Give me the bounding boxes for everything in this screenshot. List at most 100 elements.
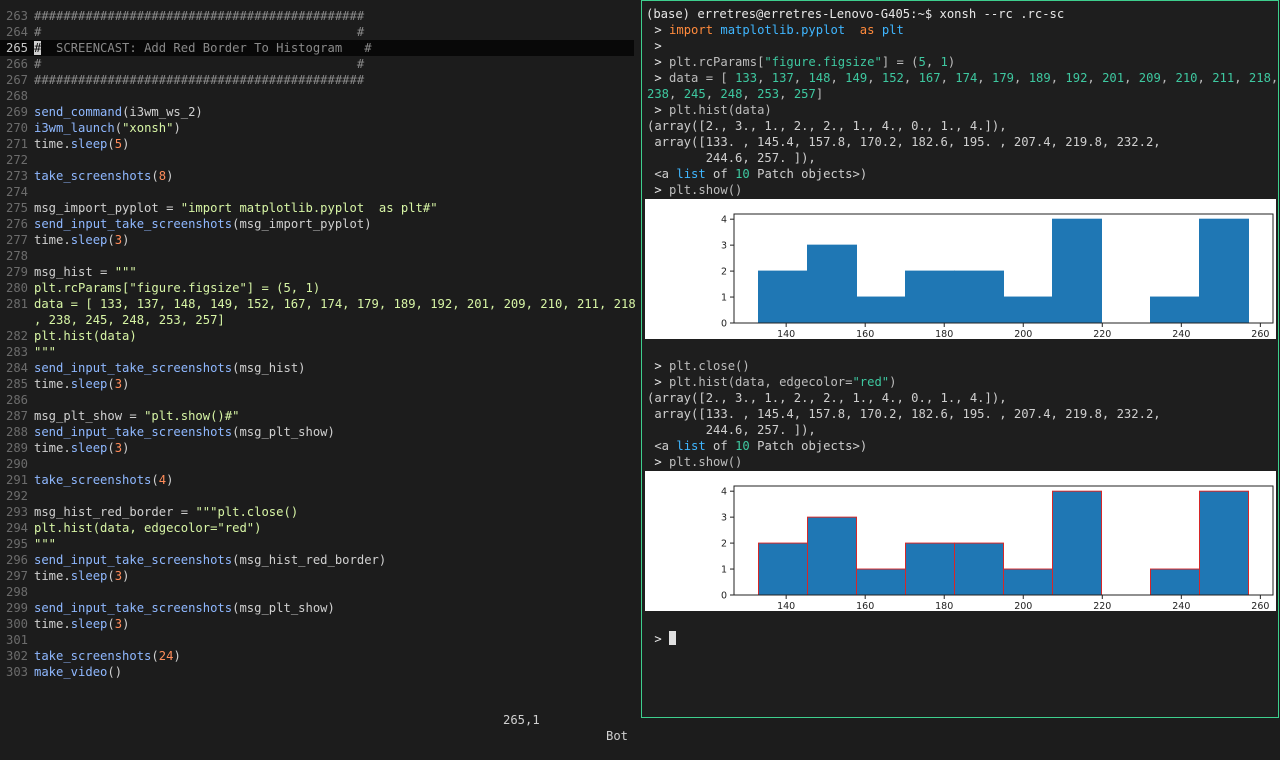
histogram-bar: [1003, 568, 1053, 596]
editor-line[interactable]: 300 time.sleep(3): [0, 616, 640, 632]
terminal-token: ,: [779, 87, 794, 101]
code-token: 3: [114, 441, 123, 455]
editor-line[interactable]: 267 #####################################…: [0, 72, 640, 88]
line-number: 268: [5, 89, 28, 103]
editor-line[interactable]: 280 plt.rcParams["figure.figsize"] = (5, …: [0, 280, 640, 296]
editor-line[interactable]: 287 msg_plt_show = "plt.show()#": [0, 408, 640, 424]
editor-line[interactable]: 294 plt.hist(data, edgecolor="red"): [0, 520, 640, 536]
code-token: (msg_hist_red_border): [232, 553, 387, 567]
vim-editor-pane[interactable]: 263 #####################################…: [0, 0, 640, 743]
x-tick-label: 140: [777, 329, 795, 339]
code-token: (msg_plt_show): [232, 425, 335, 439]
editor-line[interactable]: 276 send_input_take_screenshots(msg_impor…: [0, 216, 640, 232]
prompt-symbol: >: [647, 632, 670, 646]
line-number: 266: [5, 57, 28, 71]
line-number: 289: [5, 441, 28, 455]
editor-line[interactable]: 282 plt.hist(data): [0, 328, 640, 344]
terminal-token: "figure.figsize": [764, 55, 882, 69]
editor-line[interactable]: 268: [0, 88, 640, 104]
line-number: 302: [5, 649, 28, 663]
line-number: 278: [5, 249, 28, 263]
editor-line[interactable]: 298: [0, 584, 640, 600]
code-token: 3: [114, 617, 123, 631]
editor-line[interactable]: 278: [0, 248, 640, 264]
editor-line[interactable]: 302 take_screenshots(24): [0, 648, 640, 664]
terminal-token: of: [705, 167, 736, 181]
code-token: sleep: [70, 441, 108, 455]
terminal-token: ,: [1124, 71, 1139, 85]
editor-line[interactable]: 271 time.sleep(5): [0, 136, 640, 152]
editor-line[interactable]: 275 msg_import_pyplot = "import matplotli…: [0, 200, 640, 216]
x-tick-label: 180: [935, 601, 953, 611]
editor-line[interactable]: 281 data = [ 133, 137, 148, 149, 152, 167…: [0, 296, 640, 312]
histogram-bar: [1199, 218, 1249, 324]
code-token: sleep: [70, 569, 108, 583]
line-number: 274: [5, 185, 28, 199]
terminal-token: ,: [1087, 71, 1103, 85]
editor-line[interactable]: 279 msg_hist = """: [0, 264, 640, 280]
terminal-line: (array([2., 3., 1., 2., 2., 1., 4., 0., …: [642, 390, 1278, 406]
terminal-token: >: [647, 359, 670, 373]
y-tick-label: 1: [721, 293, 727, 304]
terminal-input-line[interactable]: >: [642, 631, 1278, 647]
terminal-token: ,: [1234, 71, 1249, 85]
editor-line[interactable]: 291 take_screenshots(4): [0, 472, 640, 488]
editor-line[interactable]: 301: [0, 632, 640, 648]
terminal-token: >: [647, 183, 670, 197]
editor-line[interactable]: 270 i3wm_launch("xonsh"): [0, 120, 640, 136]
editor-line[interactable]: 274: [0, 184, 640, 200]
editor-line[interactable]: 295 """: [0, 536, 640, 552]
editor-line[interactable]: 293 msg_hist_red_border = """plt.close(): [0, 504, 640, 520]
terminal-token: >: [647, 71, 670, 85]
line-number: 285: [5, 377, 28, 391]
editor-line[interactable]: 303 make_video(): [0, 664, 640, 680]
code-token: sleep: [70, 377, 108, 391]
editor-line[interactable]: 289 time.sleep(3): [0, 440, 640, 456]
x-tick-label: 160: [856, 329, 874, 339]
editor-line[interactable]: 272: [0, 152, 640, 168]
line-number: 270: [5, 121, 28, 135]
terminal-token: 248: [720, 87, 743, 101]
editor-line[interactable]: 299 send_input_take_screenshots(msg_plt_s…: [0, 600, 640, 616]
code-token: ): [166, 473, 174, 487]
terminal-token: 148: [808, 71, 831, 85]
editor-line[interactable]: 286: [0, 392, 640, 408]
terminal-line: <a list of 10 Patch objects>): [642, 166, 1278, 182]
editor-line[interactable]: 288 send_input_take_screenshots(msg_plt_s…: [0, 424, 640, 440]
code-token: ): [166, 169, 174, 183]
terminal-token: 245: [683, 87, 706, 101]
terminal-token: 5: [918, 55, 926, 69]
editor-code-area[interactable]: 263 #####################################…: [0, 0, 640, 680]
editor-line[interactable]: 277 time.sleep(3): [0, 232, 640, 248]
line-number: 276: [5, 217, 28, 231]
editor-line[interactable]: 285 time.sleep(3): [0, 376, 640, 392]
editor-line[interactable]: 273 take_screenshots(8): [0, 168, 640, 184]
editor-line[interactable]: 292: [0, 488, 640, 504]
terminal-line: > plt.hist(data): [642, 102, 1278, 118]
editor-line[interactable]: 283 """: [0, 344, 640, 360]
editor-line[interactable]: 263 #####################################…: [0, 8, 640, 24]
editor-line[interactable]: 284 send_input_take_screenshots(msg_hist): [0, 360, 640, 376]
y-tick-label: 3: [721, 241, 727, 252]
histogram-bar: [1052, 490, 1102, 596]
code-token: send_input_take_screenshots: [34, 601, 233, 615]
terminal-line: > data = [ 133, 137, 148, 149, 152, 167,…: [642, 70, 1278, 86]
editor-current-line[interactable]: 265 # SCREENCAST: Add Red Border To Histo…: [0, 40, 634, 56]
code-token: ########################################…: [34, 9, 365, 23]
editor-line[interactable]: 296 send_input_take_screenshots(msg_hist_…: [0, 552, 640, 568]
x-tick-label: 200: [1014, 601, 1032, 611]
line-number: 280: [5, 281, 28, 295]
code-token: (msg_hist): [232, 361, 306, 375]
code-token: take_screenshots: [34, 169, 152, 183]
code-token: (: [151, 649, 159, 663]
editor-line[interactable]: 266 # #: [0, 56, 640, 72]
editor-line[interactable]: 297 time.sleep(3): [0, 568, 640, 584]
editor-line[interactable]: 264 # #: [0, 24, 640, 40]
line-number: 295: [5, 537, 28, 551]
code-token: ): [122, 137, 130, 151]
editor-line[interactable]: 269 send_command(i3wm_ws_2): [0, 104, 640, 120]
editor-line[interactable]: , 238, 245, 248, 253, 257]: [0, 312, 640, 328]
terminal-pane[interactable]: (base) erretres@erretres-Lenovo-G405:~$ …: [641, 0, 1279, 718]
editor-line[interactable]: 290: [0, 456, 640, 472]
terminal-token: matplotlib.pyplot: [713, 23, 846, 37]
